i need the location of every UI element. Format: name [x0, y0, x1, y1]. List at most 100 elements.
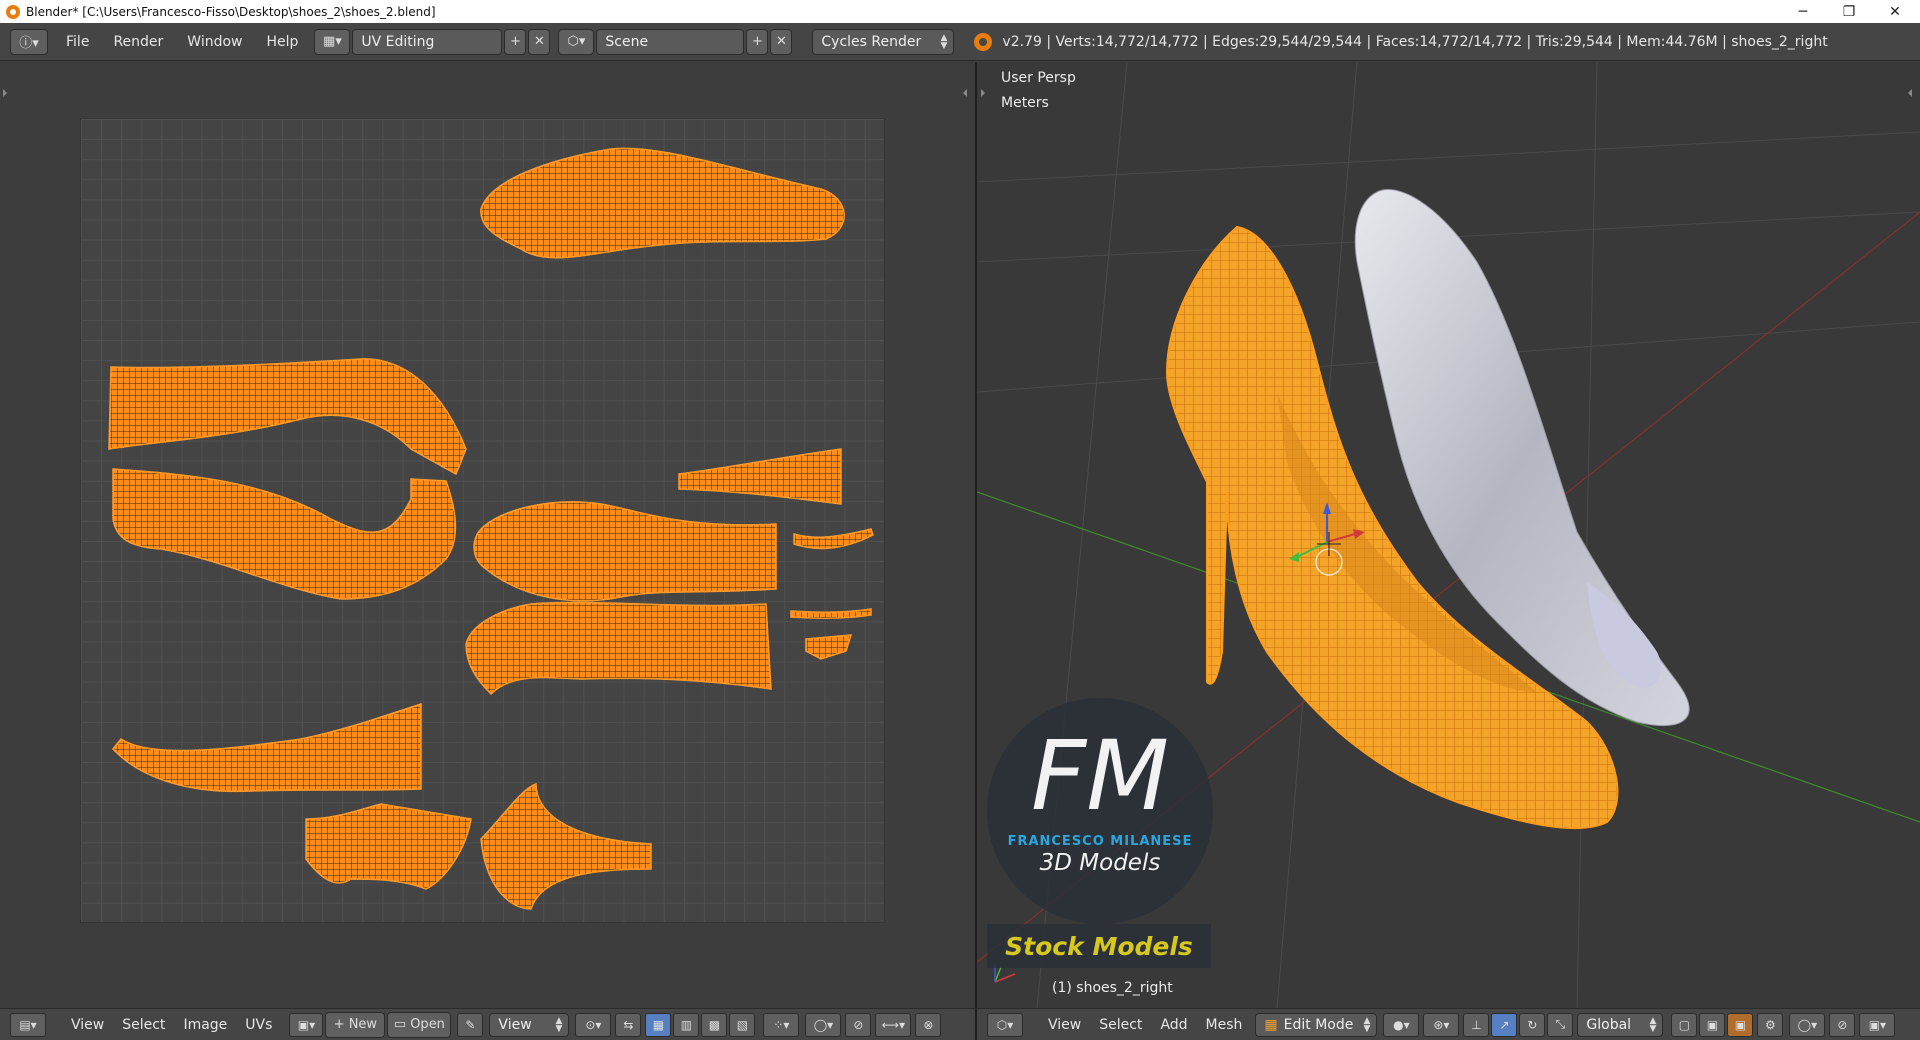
- screen-layout-icon[interactable]: ▦▾: [314, 28, 351, 55]
- sticky-select-icon[interactable]: ⁘▾: [763, 1012, 800, 1037]
- dropdown-arrows-icon: ▲ ▼: [940, 32, 948, 51]
- viewport-shading-icon[interactable]: ●▾: [1383, 1012, 1420, 1037]
- transform-orientation-label: Global: [1586, 1016, 1632, 1033]
- properties-toggle-icon[interactable]: [1908, 89, 1912, 97]
- uv-menu-select[interactable]: Select: [113, 1017, 174, 1033]
- dropdown-arrows-icon: ▲ ▼: [1649, 1015, 1657, 1034]
- pin-icon[interactable]: ✎: [457, 1012, 484, 1037]
- mode-label: Edit Mode: [1283, 1016, 1354, 1033]
- view3d-menu-view[interactable]: View: [1039, 1017, 1090, 1033]
- menu-render[interactable]: Render: [101, 23, 175, 61]
- uv-island-toe-box[interactable]: [305, 803, 472, 890]
- face-select-icon[interactable]: ▩: [701, 1012, 728, 1037]
- blender-logo-icon: [6, 4, 20, 19]
- 3d-view-header: ⬡▾ View Select Add Mesh ▦ Edit Mode ▲ ▼ ●…: [977, 1008, 1920, 1040]
- pivot-point-icon[interactable]: ⊛▾: [1423, 1012, 1460, 1037]
- units-label: Meters: [1001, 95, 1049, 111]
- render-engine-label: Cycles Render: [821, 33, 922, 50]
- 3d-viewport[interactable]: User Persp Meters (1) shoes_2_right FM F…: [977, 62, 1920, 1008]
- uv-island-sliver-b[interactable]: [790, 608, 872, 620]
- uv-island-upper-bottom[interactable]: [112, 468, 457, 600]
- layer-icon[interactable]: ▢: [1671, 1012, 1698, 1037]
- uv-island-outsole[interactable]: [465, 601, 772, 696]
- view3d-menu-add[interactable]: Add: [1151, 1017, 1196, 1033]
- scene-field[interactable]: Scene: [596, 28, 745, 55]
- render-engine-dropdown[interactable]: Cycles Render ▲ ▼: [812, 28, 955, 55]
- translate-manipulator-icon[interactable]: ↗: [1491, 1012, 1518, 1037]
- view3d-menu-select[interactable]: Select: [1090, 1017, 1151, 1033]
- toolshelf-toggle-icon[interactable]: [981, 89, 985, 97]
- uv-island-tip[interactable]: [805, 634, 853, 660]
- editor-type-info-icon[interactable]: ⓘ▾: [10, 28, 48, 55]
- pivot-icon[interactable]: ⊙▾: [575, 1012, 612, 1037]
- limit-selection-icon[interactable]: ⚙: [1757, 1012, 1784, 1037]
- scene-icon[interactable]: ⬡▾: [558, 28, 595, 55]
- snap-icon[interactable]: ⊘: [845, 1012, 872, 1037]
- snap-element-icon[interactable]: ▣▾: [1859, 1012, 1896, 1037]
- uv-island-heel-cover[interactable]: [112, 702, 422, 793]
- remove-screen-icon[interactable]: ✕: [528, 28, 551, 55]
- watermark-name: FRANCESCO MILANESE: [1007, 834, 1193, 849]
- uv-grid[interactable]: [80, 118, 885, 923]
- uv-island-sole[interactable]: [473, 501, 777, 602]
- add-scene-icon[interactable]: +: [746, 28, 769, 55]
- proportional-edit-icon[interactable]: ◯▾: [805, 1012, 842, 1037]
- properties-toggle-icon[interactable]: [963, 89, 967, 97]
- scale-manipulator-icon[interactable]: ⤡: [1547, 1012, 1574, 1037]
- edge-select-icon[interactable]: ▥: [673, 1012, 700, 1037]
- scene-stats: v2.79 | Verts:14,772/14,772 | Edges:29,5…: [1002, 33, 1828, 50]
- transform-orientation-dropdown[interactable]: Global ▲ ▼: [1577, 1012, 1664, 1037]
- menu-file[interactable]: File: [54, 23, 101, 61]
- plus-icon: +: [333, 1017, 345, 1032]
- snap-target-icon[interactable]: ⟷▾: [875, 1012, 912, 1037]
- minimize-button[interactable]: ─: [1780, 0, 1826, 23]
- uv-image-editor[interactable]: [0, 62, 975, 1008]
- uv-menu-image[interactable]: Image: [174, 1017, 236, 1033]
- add-screen-icon[interactable]: +: [504, 28, 527, 55]
- vertex-select-icon[interactable]: ▦: [645, 1012, 672, 1037]
- uv-island-upper-top[interactable]: [108, 358, 467, 476]
- uv-island-sliver-a[interactable]: [793, 528, 874, 550]
- manipulator-toggle-icon[interactable]: ⊥: [1463, 1012, 1490, 1037]
- blender-logo-icon: [974, 32, 993, 51]
- menu-help[interactable]: Help: [254, 23, 310, 61]
- new-image-label: New: [348, 1017, 378, 1032]
- view3d-menu-mesh[interactable]: Mesh: [1197, 1017, 1252, 1033]
- new-image-button[interactable]: + New: [325, 1011, 386, 1038]
- open-image-label: Open: [410, 1017, 445, 1032]
- image-mode-dropdown[interactable]: View ▲ ▼: [489, 1012, 570, 1037]
- uv-island-strap[interactable]: [678, 448, 842, 505]
- rotate-manipulator-icon[interactable]: ↻: [1519, 1012, 1546, 1037]
- uv-island-heel-cap[interactable]: [480, 782, 652, 910]
- window-title: Blender* [C:\Users\Francesco-Fisso\Deskt…: [26, 4, 436, 19]
- watermark-monogram-text: FM: [1030, 720, 1170, 832]
- uv-channel-icon[interactable]: ⊗: [915, 1012, 942, 1037]
- uv-menu-uvs[interactable]: UVs: [236, 1017, 281, 1033]
- toolshelf-toggle-icon[interactable]: [3, 89, 7, 97]
- mode-dropdown[interactable]: ▦ Edit Mode ▲ ▼: [1255, 1012, 1378, 1037]
- close-window-button[interactable]: ✕: [1872, 0, 1918, 23]
- uv-editor-header: ▤▾ View Select Image UVs ▣▾ + New ▭ Open…: [0, 1008, 975, 1040]
- proportional-edit-icon[interactable]: ◯▾: [1789, 1012, 1826, 1037]
- layer-active-icon[interactable]: ▣: [1727, 1012, 1754, 1037]
- island-select-icon[interactable]: ▧: [729, 1012, 756, 1037]
- uv-menu-view[interactable]: View: [62, 1017, 113, 1033]
- editor-type-3d-icon[interactable]: ⬡▾: [987, 1012, 1023, 1037]
- restore-button[interactable]: ❐: [1826, 0, 1872, 23]
- uv-islands[interactable]: [81, 119, 886, 924]
- object-name-label: (1) shoes_2_right: [1052, 980, 1173, 996]
- watermark-monogram: FM: [987, 726, 1213, 826]
- snap-icon[interactable]: ⊘: [1829, 1012, 1856, 1037]
- uv-island-insole[interactable]: [480, 147, 845, 259]
- watermark-subtitle: 3D Models: [1039, 850, 1161, 876]
- menu-window[interactable]: Window: [175, 23, 254, 61]
- image-mode-label: View: [498, 1016, 532, 1033]
- image-browse-icon[interactable]: ▣▾: [289, 1012, 324, 1037]
- layer-2-icon[interactable]: ▣: [1699, 1012, 1726, 1037]
- editor-type-image-icon[interactable]: ▤▾: [10, 1012, 46, 1037]
- remove-scene-icon[interactable]: ✕: [770, 28, 793, 55]
- title-bar: Blender* [C:\Users\Francesco-Fisso\Deskt…: [0, 0, 1920, 23]
- screen-layout-field[interactable]: UV Editing: [352, 28, 503, 55]
- sync-selection-icon[interactable]: ⇆: [615, 1012, 642, 1037]
- open-image-button[interactable]: ▭ Open: [387, 1011, 452, 1038]
